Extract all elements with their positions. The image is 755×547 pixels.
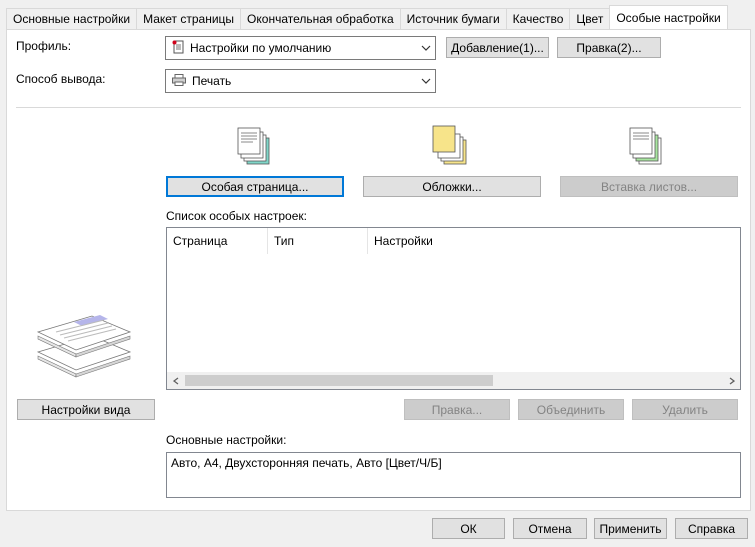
cancel-button[interactable]: Отмена xyxy=(513,518,587,539)
special-settings-list[interactable]: Страница Тип Настройки xyxy=(166,227,741,390)
summary-box: Авто, А4, Двухсторонняя печать, Авто [Цв… xyxy=(166,452,741,498)
apply-button[interactable]: Применить xyxy=(594,518,667,539)
insert-sheets-button[interactable]: Вставка листов... xyxy=(560,176,738,197)
chevron-right-icon[interactable] xyxy=(723,372,740,389)
tab-strip: Основные настройки Макет страницы Оконча… xyxy=(6,5,728,29)
horizontal-scrollbar[interactable] xyxy=(167,372,740,389)
special-list-label: Список особых настроек: xyxy=(166,209,307,223)
column-header-type[interactable]: Тип xyxy=(268,228,368,254)
special-page-button[interactable]: Особая страница... xyxy=(166,176,344,197)
tab-special-settings[interactable]: Особые настройки xyxy=(609,5,728,29)
add-profile-button[interactable]: Добавление(1)... xyxy=(446,37,549,58)
tab-color[interactable]: Цвет xyxy=(569,8,611,29)
profile-value: Настройки по умолчанию xyxy=(190,41,332,55)
tab-page-layout[interactable]: Макет страницы xyxy=(136,8,242,29)
output-method-label: Способ вывода: xyxy=(16,72,106,86)
edit-profile-button[interactable]: Правка(2)... xyxy=(557,37,661,58)
output-method-select[interactable]: Печать xyxy=(165,69,436,93)
tab-quality[interactable]: Качество xyxy=(505,8,571,29)
separator xyxy=(16,107,741,108)
output-method-value: Печать xyxy=(192,74,232,88)
covers-button[interactable]: Обложки... xyxy=(363,176,541,197)
list-header: Страница Тип Настройки xyxy=(167,228,740,254)
document-preview-image xyxy=(34,308,134,383)
chevron-down-icon xyxy=(417,70,435,92)
chevron-down-icon xyxy=(417,37,435,59)
column-header-page[interactable]: Страница xyxy=(167,228,268,254)
profile-select[interactable]: Настройки по умолчанию xyxy=(165,36,436,60)
ok-button[interactable]: ОК xyxy=(432,518,505,539)
summary-label: Основные настройки: xyxy=(166,433,287,447)
special-page-icon xyxy=(235,122,275,169)
help-button[interactable]: Справка xyxy=(675,518,748,539)
profile-label: Профиль: xyxy=(16,39,72,53)
printer-icon xyxy=(172,73,186,89)
tab-paper-source[interactable]: Источник бумаги xyxy=(399,8,507,29)
insert-sheets-icon xyxy=(627,122,667,169)
covers-icon xyxy=(430,122,472,169)
column-header-settings[interactable]: Настройки xyxy=(368,228,568,254)
scrollbar-thumb[interactable] xyxy=(185,375,493,386)
tab-basic-settings[interactable]: Основные настройки xyxy=(6,8,138,29)
tab-finishing[interactable]: Окончательная обработка xyxy=(240,8,401,29)
chevron-left-icon[interactable] xyxy=(167,372,184,389)
edit-entry-button[interactable]: Правка... xyxy=(404,399,510,420)
summary-text: Авто, А4, Двухсторонняя печать, Авто [Цв… xyxy=(171,456,442,470)
view-settings-button[interactable]: Настройки вида xyxy=(17,399,155,420)
profile-icon xyxy=(172,40,184,57)
delete-button[interactable]: Удалить xyxy=(632,399,738,420)
merge-button[interactable]: Объединить xyxy=(518,399,624,420)
